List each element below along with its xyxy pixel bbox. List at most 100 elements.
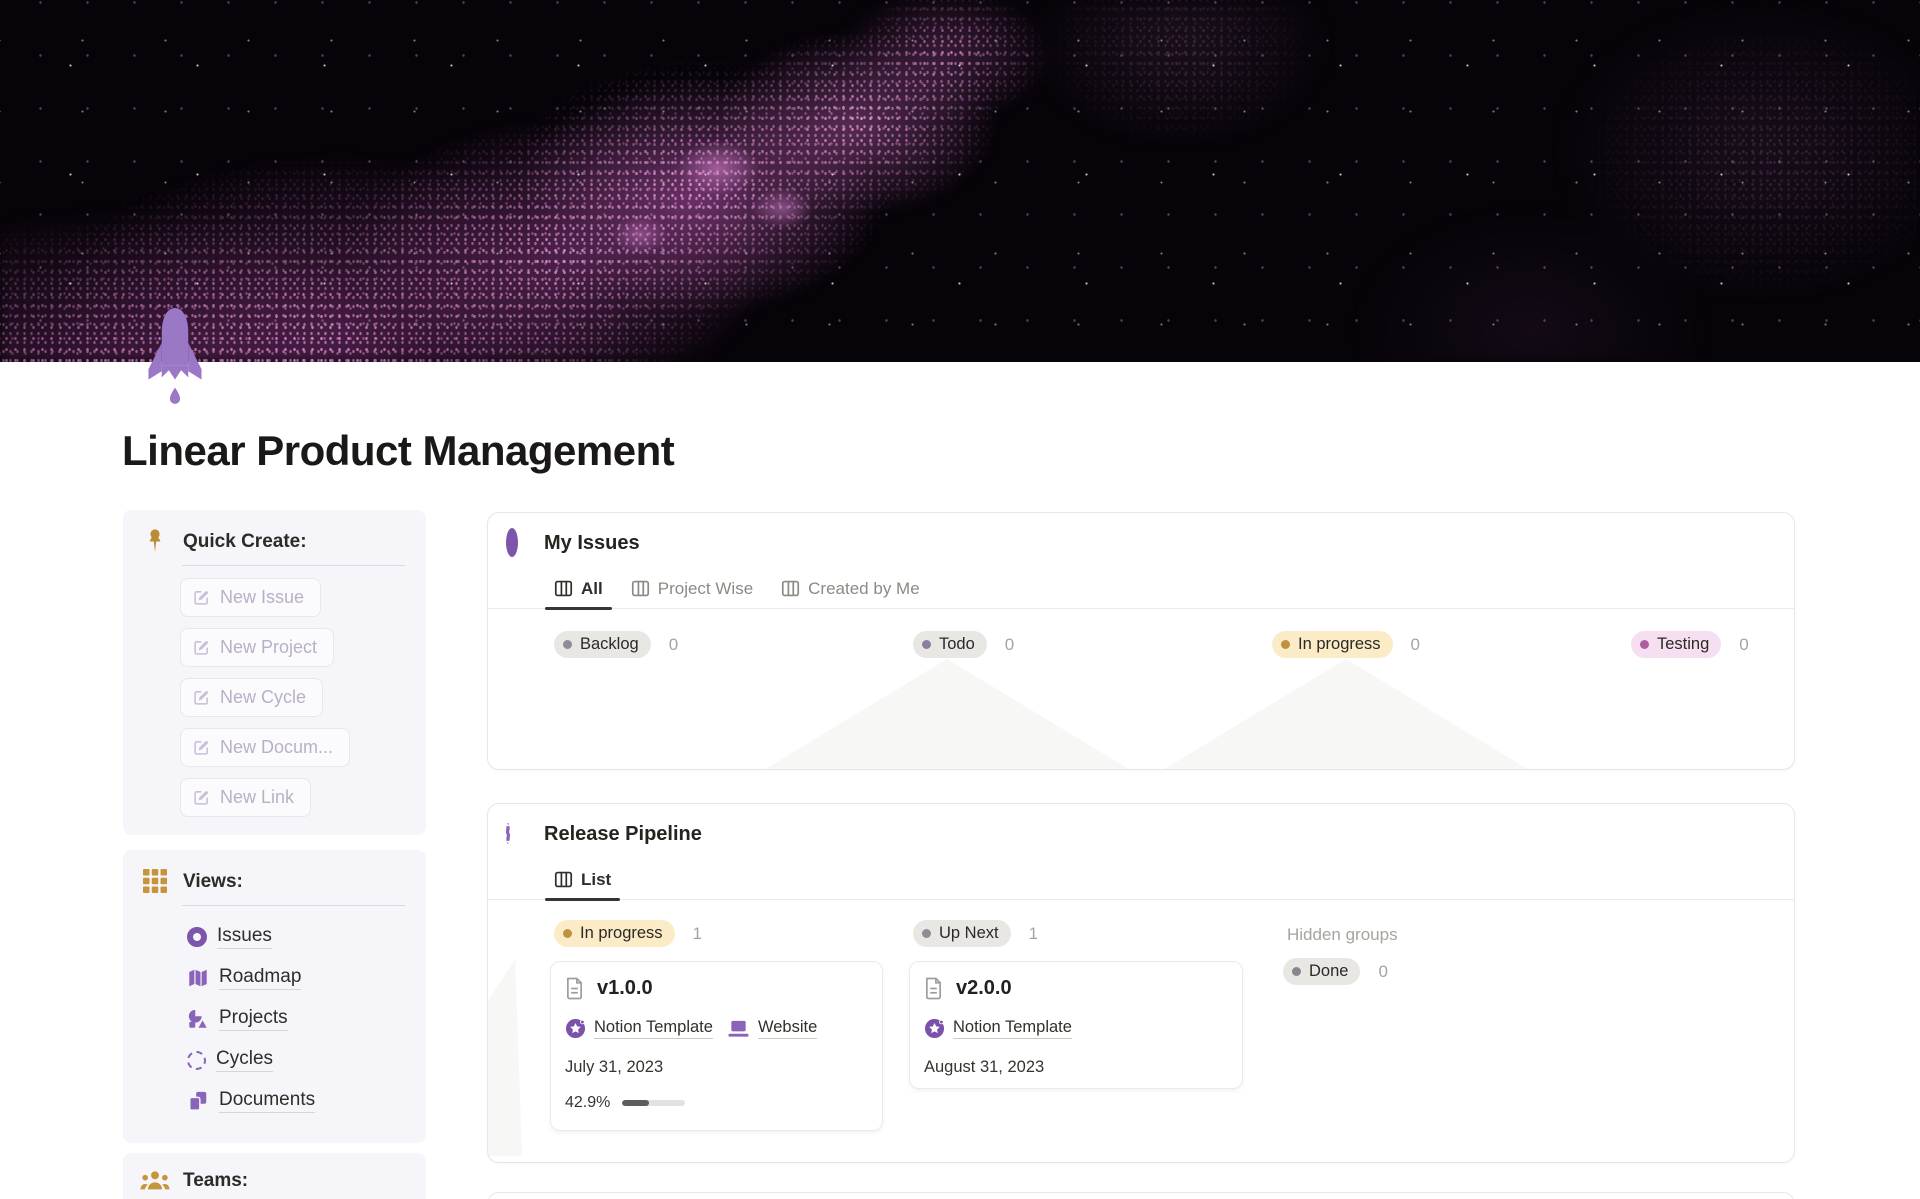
nebula-knots <box>0 0 1920 362</box>
projects-label: Projects <box>219 1007 288 1031</box>
in-progress-label: In progress <box>1298 635 1381 653</box>
release-pipeline-card: Release Pipeline List In progress 1 Up N… <box>487 803 1795 1163</box>
cycles-icon <box>187 1050 206 1070</box>
new-link-button[interactable]: New Link <box>180 778 312 817</box>
hidden-groups-toggle[interactable]: Hidden groups <box>1283 925 1398 945</box>
my-issues-tabs: All Project Wise Created by Me <box>488 569 1794 610</box>
board-group-headers: Backlog 0 Todo 0 In progress 0 Testing 0 <box>554 631 1794 658</box>
decorative-triangle <box>762 659 1132 769</box>
new-cycle-button[interactable]: New Cycle <box>180 678 324 717</box>
backlog-label: Backlog <box>580 635 639 653</box>
progress-label: 42.9% <box>565 1094 611 1111</box>
sidebar-item-roadmap[interactable]: Roadmap <box>187 963 302 993</box>
new-issue-button[interactable]: New Issue <box>180 578 322 617</box>
group-in-progress: In progress 1 <box>554 920 913 947</box>
my-issues-icon <box>506 528 528 557</box>
up-next-badge[interactable]: Up Next <box>913 920 1011 947</box>
status-dot <box>922 640 931 649</box>
release-pipeline-tabs: List <box>488 860 1794 901</box>
rocket-icon[interactable] <box>144 306 206 408</box>
grid-icon <box>140 868 170 894</box>
in-progress-label: In progress <box>580 924 663 942</box>
issues-icon <box>187 927 207 947</box>
tab-all[interactable]: All <box>545 569 612 610</box>
in-progress-count: 0 <box>1410 634 1421 654</box>
release-card-title: v1.0.0 <box>597 977 653 999</box>
in-progress-badge[interactable]: In progress <box>1272 631 1393 658</box>
progress-fill <box>622 1100 650 1106</box>
group-todo: Todo 0 <box>913 631 1272 658</box>
group-in-progress: In progress 0 <box>1272 631 1631 658</box>
tab-list[interactable]: List <box>544 860 621 901</box>
notion-template-label: Notion Template <box>594 1018 713 1039</box>
in-progress-badge[interactable]: In progress <box>554 920 675 947</box>
notion-page: Linear Product Management Quick Create: … <box>0 0 1920 1199</box>
page-icon <box>566 977 583 1000</box>
hidden-groups-block: Hidden groups Done 0 <box>1283 925 1398 985</box>
status-dot <box>1640 640 1649 649</box>
notion-template-link[interactable]: Notion Template <box>924 1018 1072 1039</box>
pin-icon <box>140 528 170 554</box>
notion-template-link[interactable]: Notion Template <box>565 1018 713 1039</box>
next-section-card <box>487 1192 1795 1199</box>
todo-label: Todo <box>939 635 975 653</box>
star-badge-icon <box>924 1018 945 1039</box>
tab-created-by-me[interactable]: Created by Me <box>781 569 920 608</box>
new-issue-label: New Issue <box>220 587 305 607</box>
release-group-headers: In progress 1 Up Next 1 <box>554 920 1272 947</box>
done-count: 0 <box>1378 961 1388 981</box>
progress-bar <box>622 1100 686 1106</box>
new-link-label: New Link <box>220 787 295 807</box>
views-panel: Views: Issues Roadmap Projects Cycles Do… <box>123 850 426 1143</box>
group-testing: Testing 0 <box>1631 631 1794 658</box>
testing-label: Testing <box>1657 635 1710 653</box>
decorative-triangle <box>1161 659 1531 769</box>
group-backlog: Backlog 0 <box>554 631 913 658</box>
todo-count: 0 <box>1004 634 1015 654</box>
teams-panel: Teams: <box>123 1153 426 1199</box>
sidebar-item-documents[interactable]: Documents <box>187 1086 316 1116</box>
documents-icon <box>189 1091 207 1111</box>
page-icon <box>925 977 942 1000</box>
cover-image <box>0 0 1920 362</box>
sidebar-item-cycles[interactable]: Cycles <box>187 1045 274 1075</box>
group-up-next: Up Next 1 <box>913 920 1272 947</box>
board-view-icon <box>554 871 573 888</box>
todo-badge[interactable]: Todo <box>913 631 987 658</box>
divider <box>182 905 405 906</box>
page-title: Linear Product Management <box>122 427 675 474</box>
done-label: Done <box>1309 962 1349 980</box>
sidebar-item-issues[interactable]: Issues <box>187 922 272 952</box>
board-view-icon <box>782 580 800 597</box>
release-card-title: v2.0.0 <box>956 977 1012 999</box>
website-label: Website <box>757 1018 818 1039</box>
website-link[interactable]: Website <box>727 1018 818 1039</box>
board-view-icon <box>554 580 573 597</box>
progress-row: 42.9% <box>565 1094 686 1112</box>
in-progress-count: 1 <box>692 923 703 943</box>
star-badge-icon <box>565 1018 586 1039</box>
release-date: August 31, 2023 <box>924 1058 1045 1076</box>
testing-count: 0 <box>1739 634 1749 654</box>
projects-icon <box>188 1009 207 1028</box>
teams-title: Teams: <box>183 1170 249 1191</box>
release-pipeline-title: Release Pipeline <box>544 823 702 845</box>
new-cycle-label: New Cycle <box>220 687 307 707</box>
laptop-icon <box>728 1020 749 1037</box>
release-card-v1[interactable]: v1.0.0 Notion Template Website July 31, … <box>550 961 883 1131</box>
backlog-badge[interactable]: Backlog <box>554 631 651 658</box>
testing-badge[interactable]: Testing <box>1631 631 1722 658</box>
status-dot <box>563 929 572 938</box>
release-card-v2[interactable]: v2.0.0 Notion Template August 31, 2023 <box>909 961 1243 1089</box>
people-icon <box>140 1167 170 1193</box>
new-document-button[interactable]: New Docum... <box>180 728 351 767</box>
roadmap-label: Roadmap <box>219 966 302 990</box>
sidebar-item-projects[interactable]: Projects <box>187 1004 288 1034</box>
status-dot <box>1292 967 1301 976</box>
tab-project-wise[interactable]: Project Wise <box>631 569 753 608</box>
issues-label: Issues <box>217 925 272 949</box>
done-badge[interactable]: Done <box>1283 958 1361 985</box>
status-dot <box>563 640 572 649</box>
status-dot <box>1281 640 1290 649</box>
new-project-button[interactable]: New Project <box>180 628 335 667</box>
